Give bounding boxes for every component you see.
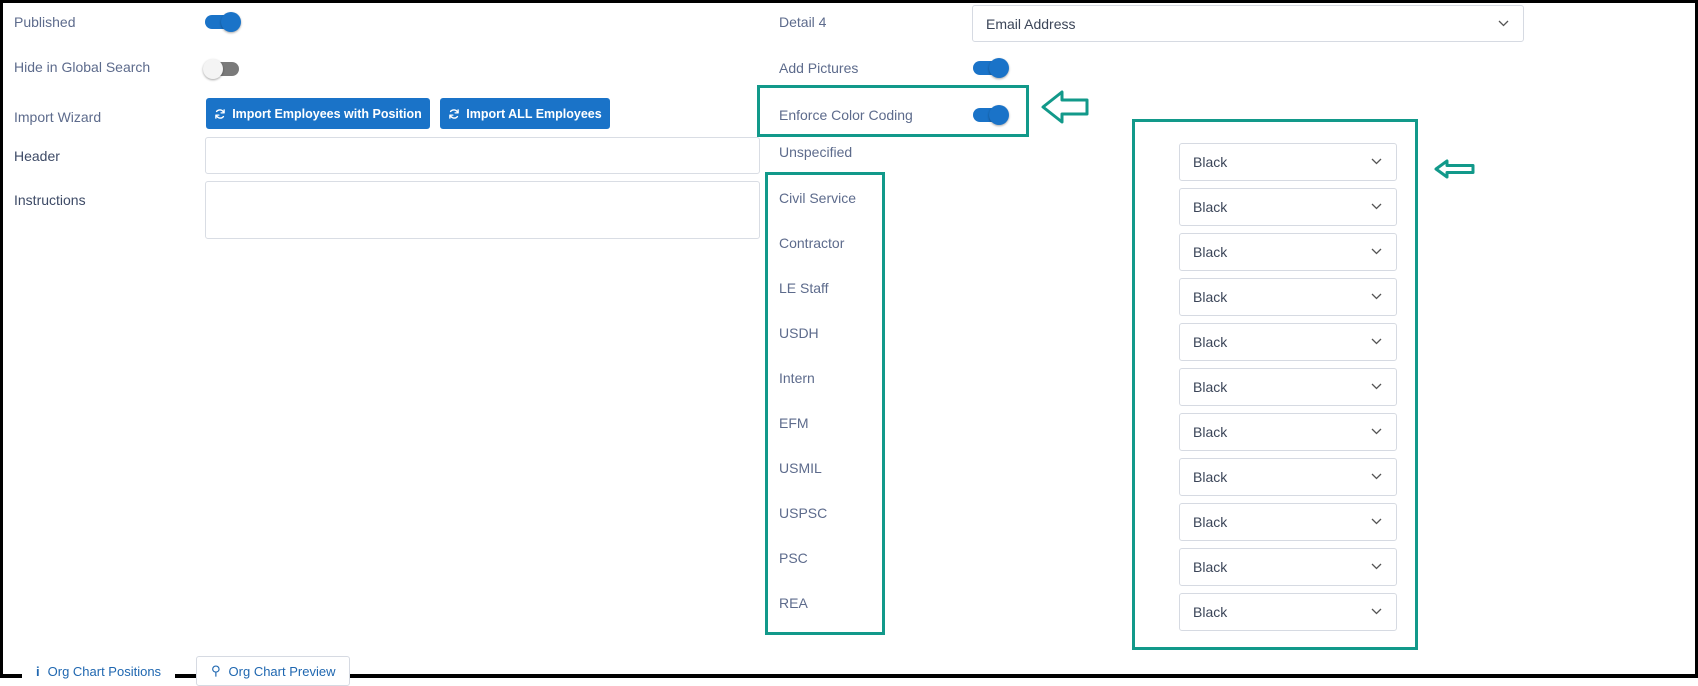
color-select-value: Black [1193, 199, 1228, 215]
import-all-employees-button[interactable]: Import ALL Employees [440, 98, 610, 129]
info-icon: i [36, 663, 40, 679]
category-label: Contractor [779, 235, 845, 251]
enforce-color-coding-label: Enforce Color Coding [779, 107, 913, 123]
toggle-knob [989, 58, 1009, 78]
color-select-value: Black [1193, 154, 1228, 170]
instructions-label: Instructions [14, 192, 86, 208]
add-pictures-label: Add Pictures [779, 60, 859, 76]
chevron-down-icon [1371, 158, 1382, 165]
import-employees-with-position-label: Import Employees with Position [232, 106, 422, 121]
hide-global-search-toggle[interactable] [203, 59, 239, 79]
arrow-left-icon [1434, 159, 1475, 179]
toggle-knob [203, 59, 223, 79]
color-select-value: Black [1193, 424, 1228, 440]
instructions-textarea[interactable] [205, 181, 760, 239]
color-select[interactable]: Black [1179, 413, 1397, 451]
toggle-knob [221, 12, 241, 32]
color-select-value: Black [1193, 469, 1228, 485]
chevron-down-icon [1371, 338, 1382, 345]
color-select[interactable]: Black [1179, 143, 1397, 181]
color-select-value: Black [1193, 379, 1228, 395]
color-select[interactable]: Black [1179, 233, 1397, 271]
org-chart-preview-label: Org Chart Preview [228, 663, 336, 679]
refresh-icon [215, 108, 225, 119]
category-label: USMIL [779, 460, 822, 476]
category-label: EFM [779, 415, 809, 431]
refresh-icon [449, 108, 460, 119]
chevron-down-icon [1371, 473, 1382, 480]
chevron-down-icon [1371, 428, 1382, 435]
org-chart-positions-tab[interactable]: i Org Chart Positions [22, 656, 176, 686]
color-select-value: Black [1193, 244, 1228, 260]
category-label: LE Staff [779, 280, 829, 296]
chevron-down-icon [1498, 20, 1509, 26]
color-select[interactable]: Black [1179, 458, 1397, 496]
color-select[interactable]: Black [1179, 548, 1397, 586]
org-chart-positions-label: Org Chart Positions [47, 663, 162, 679]
chevron-down-icon [1371, 608, 1382, 615]
category-label: Civil Service [779, 190, 857, 206]
color-select-value: Black [1193, 514, 1228, 530]
org-chart-icon: ⚲ [211, 663, 221, 678]
detail4-select[interactable]: Email Address [972, 5, 1524, 42]
arrow-left-icon [1041, 90, 1089, 124]
color-select[interactable]: Black [1179, 368, 1397, 406]
chevron-down-icon [1371, 293, 1382, 300]
toggle-knob [989, 105, 1009, 125]
color-select[interactable]: Black [1179, 188, 1397, 226]
category-label: REA [779, 595, 808, 611]
chevron-down-icon [1371, 383, 1382, 390]
chevron-down-icon [1371, 563, 1382, 570]
import-wizard-label: Import Wizard [14, 109, 102, 125]
unspecified-label: Unspecified [779, 144, 853, 160]
import-all-employees-label: Import ALL Employees [466, 106, 602, 121]
color-select-value: Black [1193, 559, 1228, 575]
color-select[interactable]: Black [1179, 593, 1397, 631]
published-toggle[interactable] [205, 12, 241, 32]
import-employees-with-position-button[interactable]: Import Employees with Position [206, 98, 430, 129]
detail4-label: Detail 4 [779, 14, 827, 30]
chevron-down-icon [1371, 518, 1382, 525]
header-input[interactable] [205, 137, 760, 174]
category-label: Intern [779, 370, 815, 386]
hide-global-search-label: Hide in Global Search [14, 59, 151, 75]
color-select-value: Black [1193, 289, 1228, 305]
category-label: USDH [779, 325, 819, 341]
chevron-down-icon [1371, 203, 1382, 210]
color-select-value: Black [1193, 334, 1228, 350]
category-label: USPSC [779, 505, 828, 521]
enforce-color-coding-toggle[interactable] [973, 105, 1009, 125]
detail4-value: Email Address [986, 15, 1076, 32]
header-label: Header [14, 148, 60, 164]
color-select[interactable]: Black [1179, 323, 1397, 361]
color-select[interactable]: Black [1179, 503, 1397, 541]
chevron-down-icon [1371, 248, 1382, 255]
published-label: Published [14, 14, 76, 30]
add-pictures-toggle[interactable] [973, 58, 1009, 78]
category-label: PSC [779, 550, 808, 566]
color-select-value: Black [1193, 604, 1228, 620]
org-chart-preview-tab[interactable]: ⚲ Org Chart Preview [196, 656, 351, 686]
color-select[interactable]: Black [1179, 278, 1397, 316]
